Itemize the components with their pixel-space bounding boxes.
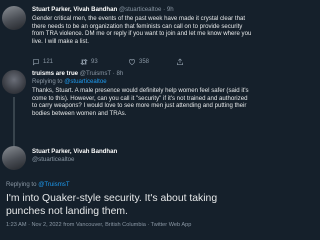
thread-line (13, 97, 15, 150)
author-name[interactable]: Stuart Parker, Vivah Bandhan (32, 148, 117, 155)
author-name[interactable]: truisms are true (32, 70, 78, 77)
like-button[interactable]: 358 (128, 58, 149, 66)
tweet-header: Stuart Parker, Vivah Bandhan @stuarticea… (32, 6, 174, 13)
tweet-time[interactable]: 8h (116, 70, 123, 77)
like-count: 358 (139, 59, 150, 65)
tweet-header: truisms are true @TruismsT · 8h (32, 70, 124, 77)
reply-count: 121 (43, 59, 54, 65)
avatar[interactable] (2, 6, 26, 30)
replying-to: Replying to @stuarticealtoe (32, 78, 107, 85)
tweet-time[interactable]: 9h (167, 6, 174, 13)
tweet-text: I'm into Quaker-style security. It's abo… (6, 193, 218, 217)
retweet-count: 93 (91, 59, 98, 65)
share-button[interactable] (176, 58, 184, 66)
author-name[interactable]: Stuart Parker, Vivah Bandhan (32, 6, 117, 13)
replying-to-handle[interactable]: @stuarticealtoe (64, 78, 106, 85)
author-handle-row: @stuarticealtoe (32, 156, 253, 164)
author-handle[interactable]: @stuarticealtoe (119, 6, 161, 13)
avatar[interactable] (2, 146, 26, 170)
reply-button[interactable]: 121 (32, 58, 53, 66)
avatar[interactable] (2, 70, 26, 94)
tweet-actions: 121 93 358 (32, 58, 232, 66)
reply-icon (33, 59, 39, 66)
retweet-icon (80, 58, 88, 66)
tweet-text: Thanks, Stuart. A male presence would de… (32, 87, 249, 117)
share-icon (177, 58, 183, 65)
tweet-meta[interactable]: 1:23 AM · Nov 2, 2022 from Vancouver, Br… (6, 222, 253, 228)
author-handle[interactable]: @TruismsT (80, 70, 111, 77)
tweet-text: Gender critical men, the events of the p… (32, 15, 252, 45)
author-name-row: Stuart Parker, Vivah Bandhan (32, 148, 253, 156)
replying-to: Replying to @TruismsT (6, 181, 70, 188)
replying-to-handle[interactable]: @TruismsT (38, 181, 69, 188)
heart-icon (129, 59, 135, 66)
author-handle[interactable]: @stuarticealtoe (32, 156, 74, 163)
retweet-button[interactable]: 93 (80, 58, 98, 66)
